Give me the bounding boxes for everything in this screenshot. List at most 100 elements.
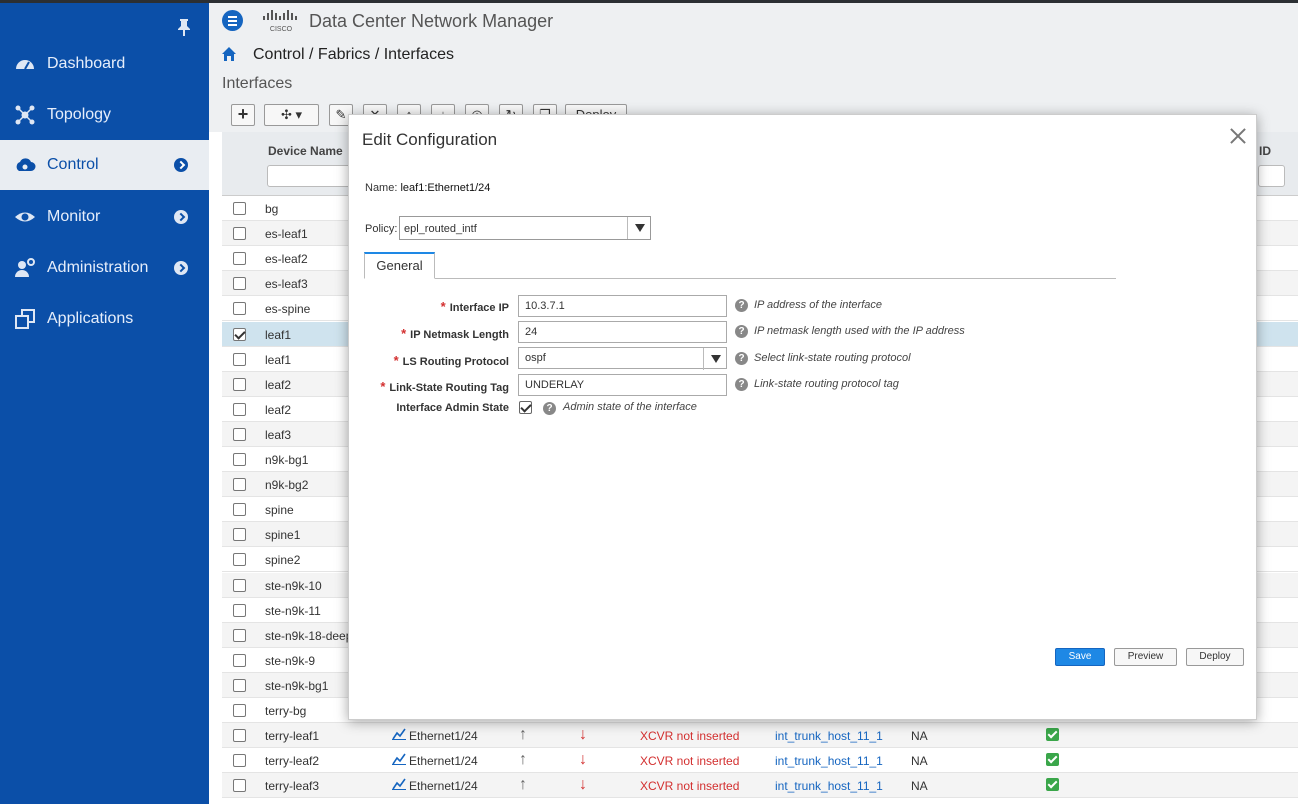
help-text: Link-state routing protocol tag (754, 378, 899, 390)
name-row: Name: leaf1:Ethernet1/24 (365, 182, 490, 194)
edit-configuration-dialog: Edit Configuration Name: leaf1:Ethernet1… (348, 114, 1257, 720)
row-checkbox[interactable] (233, 478, 246, 492)
section-header: Interfaces (209, 72, 1298, 98)
row-checkbox[interactable] (233, 603, 246, 617)
save-button[interactable]: Save (1055, 648, 1105, 666)
row-checkbox[interactable] (233, 653, 246, 667)
oper-down-icon: ↓ (579, 776, 587, 794)
chevron-right-icon (174, 261, 188, 275)
row-checkbox[interactable] (233, 729, 246, 743)
page-title: Interfaces (222, 75, 293, 92)
device-name-cell: spine1 (265, 528, 301, 543)
row-checkbox[interactable] (233, 252, 246, 266)
sidebar-item-applications[interactable]: Applications (0, 294, 209, 344)
ls-routing-protocol-select[interactable]: ospf (518, 347, 727, 370)
pin-icon[interactable] (176, 18, 192, 36)
help-icon[interactable]: ? (735, 352, 748, 365)
help-text: Admin state of the interface (563, 401, 697, 413)
deploy-button[interactable]: Deploy (1186, 648, 1244, 666)
status-ok-icon (1046, 728, 1059, 742)
sidebar-item-topology[interactable]: Topology (0, 90, 209, 140)
row-checkbox[interactable] (233, 678, 246, 692)
help-text: Select link-state routing protocol (754, 352, 911, 364)
table-row[interactable]: terry-leaf3 Ethernet1/24 ↑ ↓ XCVR not insert… (222, 773, 1298, 799)
row-checkbox[interactable] (233, 503, 246, 517)
row-checkbox[interactable] (233, 277, 246, 291)
policy-label: Policy: (365, 223, 398, 235)
cisco-logo: CISCO (263, 10, 297, 33)
interface-graph-icon[interactable] (392, 753, 406, 766)
help-icon[interactable]: ? (735, 299, 748, 312)
interface-ip-input[interactable]: 10.3.7.1 (518, 295, 727, 317)
help-icon[interactable]: ? (735, 378, 748, 391)
chevron-right-icon (174, 158, 188, 172)
menu-icon[interactable] (222, 10, 243, 31)
row-checkbox[interactable] (233, 453, 246, 466)
actions-dropdown[interactable]: ✣ ▾ (264, 104, 319, 126)
device-name-cell: bg (265, 202, 279, 216)
overlay-network-cell: NA (911, 754, 928, 769)
applications-icon (15, 309, 35, 329)
table-row[interactable]: terry-leaf2 Ethernet1/24 ↑ ↓ XCVR not insert… (222, 748, 1298, 774)
link-state-routing-tag-input[interactable]: UNDERLAY (518, 374, 727, 396)
preview-button[interactable]: Preview (1114, 648, 1177, 666)
row-checkbox[interactable] (233, 302, 246, 316)
interface-name-cell[interactable]: Ethernet1/24 (409, 729, 478, 743)
sidebar-item-monitor[interactable]: Monitor (0, 192, 209, 242)
ip-netmask-length-input[interactable]: 24 (518, 321, 727, 343)
device-name-cell: spine (265, 503, 294, 518)
device-name-cell: leaf2 (265, 377, 292, 392)
row-checkbox[interactable] (233, 704, 246, 717)
field-label-interface-admin-state: Interface Admin State (396, 402, 509, 414)
policy-select[interactable]: epl_routed_intf (399, 216, 651, 240)
row-checkbox[interactable] (233, 578, 246, 592)
id-filter[interactable] (1258, 165, 1285, 187)
row-checkbox[interactable] (233, 754, 246, 768)
policy-link[interactable]: int_trunk_host_11_1 (775, 729, 883, 743)
sidebar-item-administration[interactable]: Administration (0, 243, 209, 293)
row-checkbox[interactable] (233, 327, 246, 341)
status-ok-icon (1046, 778, 1059, 792)
sidebar-item-dashboard[interactable]: Dashboard (0, 39, 209, 89)
name-value: leaf1:Ethernet1/24 (400, 182, 491, 194)
sidebar-item-control[interactable]: Control (0, 140, 209, 190)
home-icon[interactable] (221, 46, 237, 62)
column-header-id: ID (1259, 144, 1271, 158)
tab-general[interactable]: General (364, 252, 435, 279)
help-icon[interactable]: ? (543, 402, 556, 415)
row-checkbox[interactable] (233, 553, 246, 567)
device-name-cell: ste-n9k-18-deep (265, 628, 353, 643)
row-checkbox[interactable] (233, 227, 246, 241)
ls-routing-protocol-value: ospf (525, 352, 546, 364)
row-checkbox[interactable] (233, 528, 246, 542)
sidebar-item-label: Administration (47, 259, 149, 276)
interface-name-cell[interactable]: Ethernet1/24 (409, 779, 478, 793)
sidebar-item-label: Topology (47, 106, 112, 123)
interface-graph-icon[interactable] (392, 728, 406, 741)
row-checkbox[interactable] (233, 427, 246, 441)
device-name-cell: leaf3 (265, 427, 292, 442)
reason-cell: XCVR not inserted (640, 729, 740, 744)
row-checkbox[interactable] (233, 352, 246, 366)
device-name-cell: ste-n9k-10 (265, 578, 322, 593)
interface-graph-icon[interactable] (392, 778, 406, 791)
device-name-cell: terry-leaf1 (265, 729, 320, 744)
device-name-cell: leaf2 (265, 402, 292, 417)
add-button[interactable]: + (231, 104, 255, 126)
policy-link[interactable]: int_trunk_host_11_1 (775, 779, 883, 793)
row-checkbox[interactable] (233, 377, 246, 391)
row-checkbox[interactable] (233, 402, 246, 416)
row-checkbox[interactable] (233, 779, 246, 793)
device-name-cell: ste-n9k-bg1 (265, 678, 329, 693)
policy-link[interactable]: int_trunk_host_11_1 (775, 754, 883, 768)
interface-admin-state-checkbox[interactable] (519, 401, 532, 414)
help-icon[interactable]: ? (735, 325, 748, 338)
close-icon[interactable] (1229, 127, 1247, 145)
row-checkbox[interactable] (233, 628, 246, 642)
device-name-cell: ste-n9k-11 (265, 603, 321, 618)
interface-name-cell[interactable]: Ethernet1/24 (409, 754, 478, 768)
row-checkbox[interactable] (233, 202, 246, 215)
sidebar-item-label: Control (47, 156, 99, 173)
table-row[interactable]: terry-leaf1 Ethernet1/24 ↑ ↓ XCVR not insert… (222, 723, 1298, 749)
column-header-device-name: Device Name (268, 144, 343, 158)
